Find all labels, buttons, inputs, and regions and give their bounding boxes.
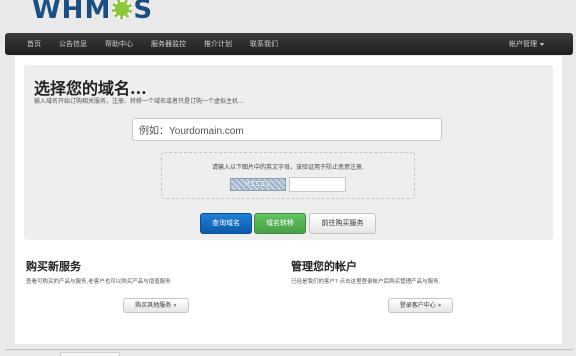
buy-services-button[interactable]: 前往购买服务 <box>309 213 376 234</box>
captcha-image: W3SDV <box>230 178 286 191</box>
caret-down-icon <box>540 42 544 46</box>
nav-account-dropdown[interactable]: 帐户管理 <box>500 39 553 49</box>
nav-home[interactable]: 首页 <box>5 39 50 49</box>
manage-account-title: 管理您的帐户 <box>291 260 357 273</box>
captcha-box: 请输入以下图片中的英文字母，该验证用于防止恶意注册. W3SDV <box>161 152 415 199</box>
logo-text-before: WHM <box>32 0 112 25</box>
buy-services-title: 购买新服务 <box>26 260 81 273</box>
nav-affiliates[interactable]: 推介计划 <box>195 39 241 49</box>
page-content: 选择您的域名... 输入域名开始订购相关服务，注册、转移一个域名或者只是订购一个… <box>15 56 562 344</box>
login-client-area-button[interactable]: 登录客户中心 » <box>388 298 453 313</box>
nav-help-center[interactable]: 帮助中心 <box>96 39 142 49</box>
nav-server-status[interactable]: 服务器监控 <box>142 39 195 49</box>
buy-services-section: 购买新服务 查看可购买的产品与服务,老客户也可以购买产品与增值服务 购买其他服务… <box>26 258 189 313</box>
nav-account-label: 帐户管理 <box>509 40 537 48</box>
buy-services-desc: 查看可购买的产品与服务,老客户也可以购买产品与增值服务 <box>26 279 171 285</box>
captcha-instruction: 请输入以下图片中的英文字母，该验证用于防止恶意注册. <box>212 164 364 171</box>
logo-text-after: S <box>133 0 154 25</box>
manage-account-desc: 已经是我们的客户? 点击这里登录帐户后购买管理产品与服务. <box>291 279 441 285</box>
hero-subtitle: 输入域名开始订购相关服务，注册、转移一个域名或者只是订购一个虚拟主机... <box>34 98 244 105</box>
search-domain-button[interactable]: 查询域名 <box>200 213 252 234</box>
top-navbar: 首页 公告信息 帮助中心 服务器监控 推介计划 联系我们 帐户管理 <box>5 33 573 55</box>
domain-search-panel: 选择您的域名... 输入域名开始订购相关服务，注册、转移一个域名或者只是订购一个… <box>24 65 553 240</box>
whmcs-logo[interactable]: WHM S <box>32 0 153 26</box>
transfer-domain-button[interactable]: 域名转移 <box>254 213 306 234</box>
manage-account-section: 管理您的帐户 已经是我们的客户? 点击这里登录帐户后购买管理产品与服务. 登录客… <box>291 258 453 313</box>
footer-divider <box>5 349 573 350</box>
nav-announcements[interactable]: 公告信息 <box>50 39 96 49</box>
nav-contact-us[interactable]: 联系我们 <box>241 39 287 49</box>
logo-gear-icon <box>112 0 133 19</box>
captcha-input[interactable] <box>289 177 346 192</box>
buy-other-services-button[interactable]: 购买其他服务 » <box>123 298 189 313</box>
footer-tab <box>60 352 120 356</box>
domain-input[interactable] <box>132 118 442 141</box>
